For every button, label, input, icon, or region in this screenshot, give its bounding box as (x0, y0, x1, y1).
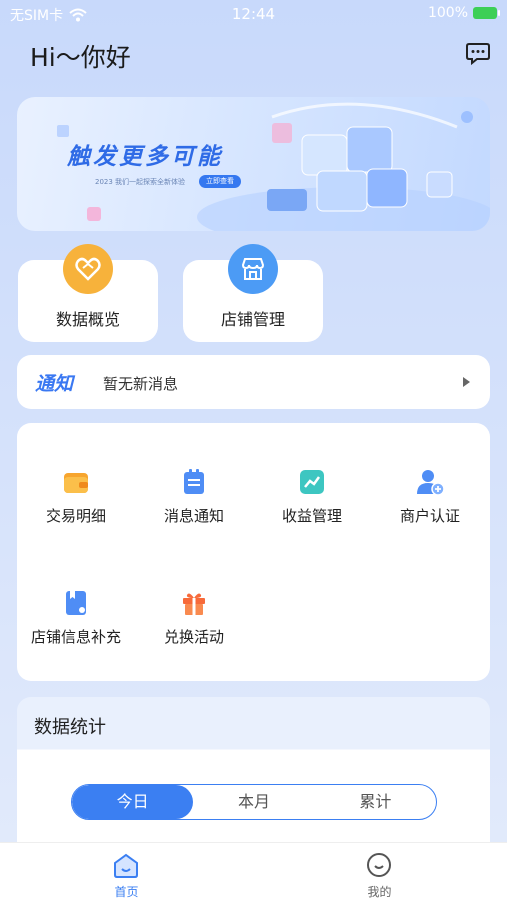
battery-icon (473, 7, 500, 19)
banner-subtitle: 2023 我们一起探索全新体验 (95, 178, 186, 186)
tab-home[interactable]: 首页 (0, 843, 253, 901)
home-icon (114, 853, 138, 878)
trend-chart-icon (300, 470, 324, 494)
chat-bubble-icon (466, 43, 490, 66)
store-management-label: 店铺管理 (220, 310, 285, 329)
grid-label-redeem: 兑换活动 (163, 628, 224, 646)
grid-label-transactions: 交易明细 (45, 507, 106, 525)
grid-label-store-info: 店铺信息补充 (30, 628, 121, 646)
grid-item-store-info[interactable]: 店铺信息补充 (17, 560, 135, 646)
grid-item-merchant-auth[interactable]: 商户认证 (371, 439, 489, 525)
battery-percent: 100% (427, 5, 468, 21)
grid-label-merchant-auth: 商户认证 (399, 507, 460, 525)
banner-button[interactable]: 立即查看 (199, 175, 241, 188)
wallet-icon (64, 473, 88, 493)
heart-icon (63, 244, 113, 294)
promo-banner[interactable]: 触发更多可能 2023 我们一起探索全新体验 立即查看 (17, 97, 490, 231)
tab-home-label: 首页 (114, 885, 139, 899)
notice-text: 暂无新消息 (103, 375, 179, 393)
gift-icon (183, 593, 205, 615)
tab-mine-label: 我的 (367, 885, 392, 899)
profile-icon (367, 853, 391, 877)
period-switch: 今日 本月 累计 (71, 784, 437, 820)
notice-bar[interactable]: 通知 暂无新消息 (17, 355, 490, 409)
calendar-icon (184, 469, 204, 494)
data-overview-label: 数据概览 (55, 310, 120, 329)
greeting-title: Hi～你好 (30, 43, 131, 72)
status-bar: 无SIM卡 12:44 100% (0, 0, 507, 28)
store-icon (228, 244, 278, 294)
banner-title: 触发更多可能 (67, 144, 223, 170)
tab-today[interactable]: 今日 (72, 785, 194, 819)
grid-label-messages: 消息通知 (163, 507, 224, 525)
stats-title: 数据统计 (34, 717, 106, 738)
grid-item-earnings[interactable]: 收益管理 (253, 439, 371, 525)
grid-label-earnings: 收益管理 (281, 507, 342, 525)
grid-item-messages[interactable]: 消息通知 (135, 439, 253, 525)
chevron-right-icon (463, 377, 470, 387)
feature-grid: 交易明细 消息通知 收益管理 商户认证 店铺信息补充 兑换活动 (17, 423, 490, 681)
tab-cumulative[interactable]: 累计 (315, 785, 436, 819)
user-add-icon (417, 470, 445, 496)
grid-item-transactions[interactable]: 交易明细 (17, 439, 135, 525)
message-button[interactable] (465, 40, 491, 66)
bookmark-document-icon (66, 591, 86, 615)
grid-item-redeem[interactable]: 兑换活动 (135, 560, 253, 646)
notice-tag: 通知 (35, 373, 74, 395)
bottom-tab-bar: 首页 我的 (0, 842, 507, 901)
tab-mine[interactable]: 我的 (253, 843, 506, 901)
tab-this-month[interactable]: 本月 (193, 785, 314, 819)
